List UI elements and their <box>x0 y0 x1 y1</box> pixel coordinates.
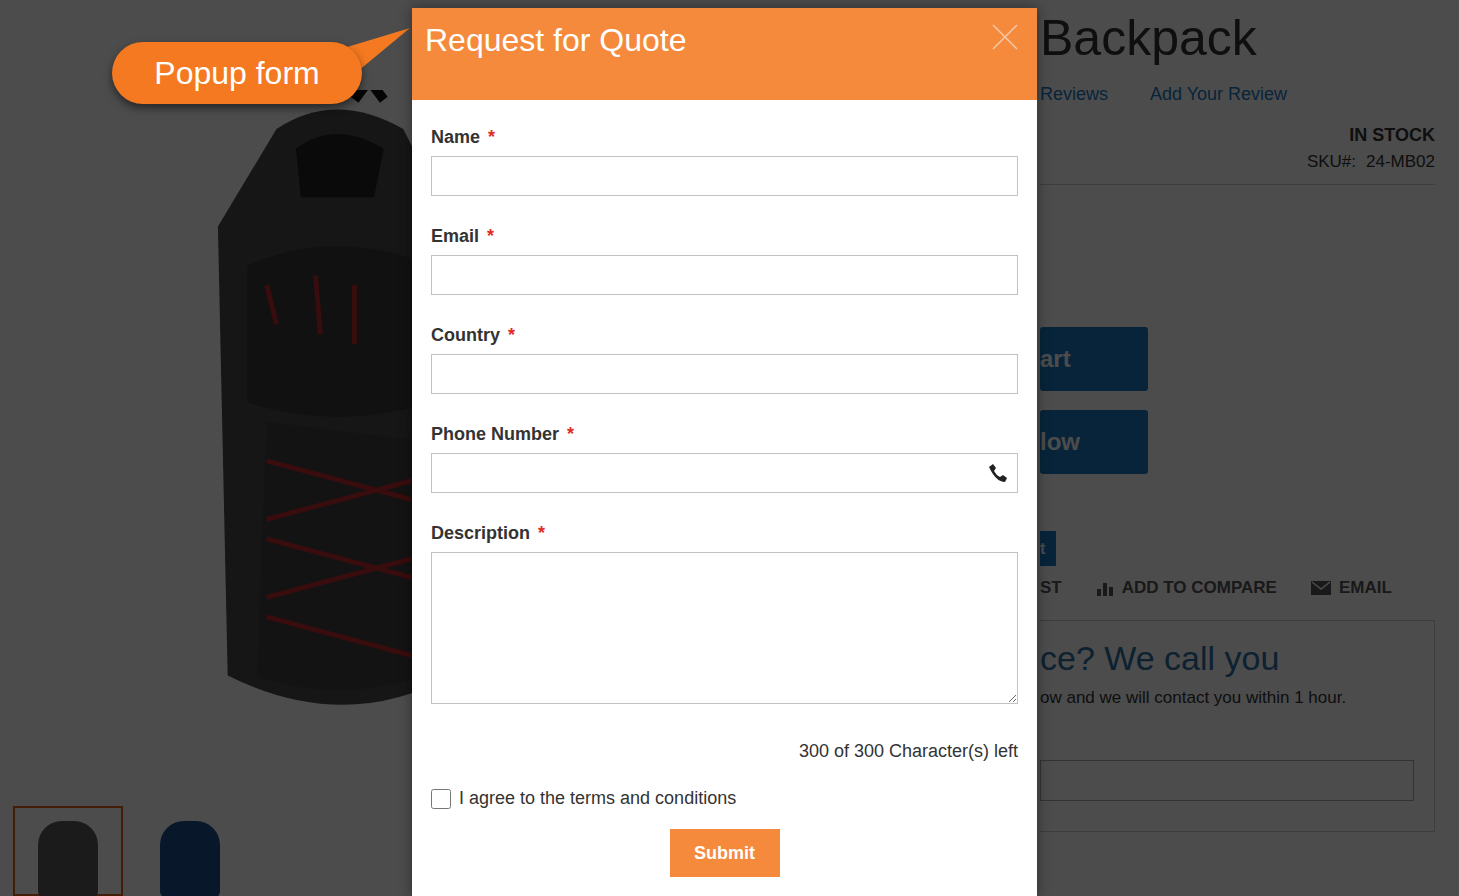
phone-icon <box>988 463 1008 483</box>
modal-title: Request for Quote <box>425 20 686 60</box>
form-field: Country * <box>431 324 1018 394</box>
terms-checkbox[interactable] <box>431 789 451 809</box>
annotation-callout: Popup form <box>112 42 362 104</box>
text-input[interactable] <box>431 156 1018 196</box>
form-field: Name * <box>431 126 1018 196</box>
character-counter: 300 of 300 Character(s) left <box>431 741 1018 762</box>
text-input[interactable] <box>431 255 1018 295</box>
required-mark: * <box>538 522 545 544</box>
phone-field <box>431 453 1018 493</box>
submit-row: Submit <box>431 829 1018 877</box>
field-label: Email * <box>431 225 1018 247</box>
form-field: Description * <box>431 522 1018 704</box>
quote-form: Name * Email * Country * Phone Number * … <box>412 100 1037 896</box>
modal-header: Request for Quote <box>412 8 1037 100</box>
field-label: Description * <box>431 522 1018 544</box>
product-page: Backpack ReviewsAdd Your Review IN STOCK… <box>0 0 1459 896</box>
phone-input[interactable] <box>431 453 1018 493</box>
field-label: Phone Number * <box>431 423 1018 445</box>
close-icon[interactable] <box>992 24 1018 50</box>
text-input[interactable] <box>431 354 1018 394</box>
required-mark: * <box>567 423 574 445</box>
quote-modal: Request for Quote Name * Email * Country… <box>412 8 1037 896</box>
field-label: Country * <box>431 324 1018 346</box>
field-label: Name * <box>431 126 1018 148</box>
required-mark: * <box>487 225 494 247</box>
required-mark: * <box>488 126 495 148</box>
submit-button[interactable]: Submit <box>670 829 780 877</box>
form-field: Phone Number * <box>431 423 1018 493</box>
callout-label: Popup form <box>112 42 362 104</box>
required-mark: * <box>508 324 515 346</box>
description-textarea[interactable] <box>431 552 1018 704</box>
form-field: Email * <box>431 225 1018 295</box>
terms-row[interactable]: I agree to the terms and conditions <box>431 788 1018 809</box>
